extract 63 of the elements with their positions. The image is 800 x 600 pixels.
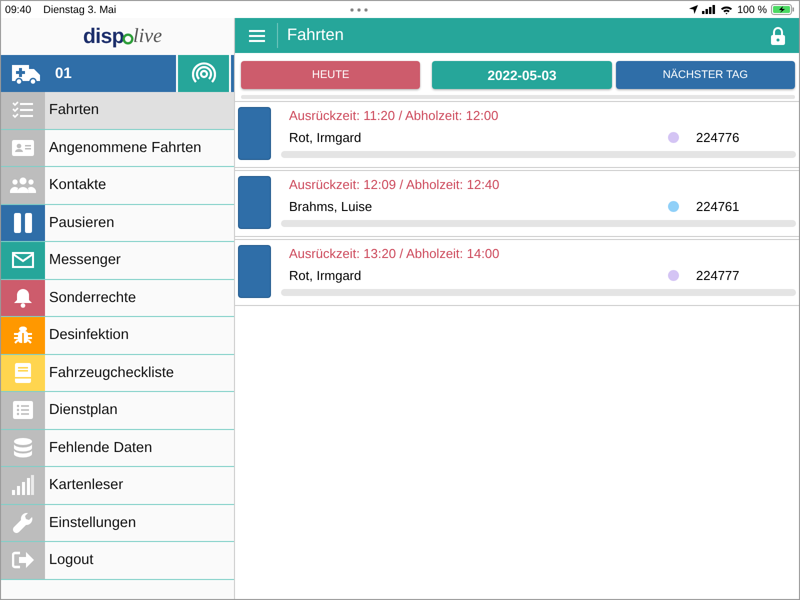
trip-times: Ausrückzeit: 13:20 / Abholzeit: 14:00 xyxy=(288,246,500,263)
envelope-icon xyxy=(12,252,34,268)
menu-button[interactable] xyxy=(247,28,267,44)
wifi-icon xyxy=(720,4,734,14)
trip-times: Ausrückzeit: 11:20 / Abholzeit: 12:00 xyxy=(288,108,500,125)
trip-row[interactable]: Ausrückzeit: 12:09 / Abholzeit: 12:40 Brahms, Luise 224761 xyxy=(235,170,799,237)
signal-icon xyxy=(702,5,716,14)
ambulance-icon xyxy=(11,62,41,84)
trip-row[interactable]: Ausrückzeit: 13:20 / Abholzeit: 14:00 Rot, Irmgard 224777 xyxy=(235,239,799,306)
vehicle-number: 01 xyxy=(55,65,72,82)
sidebar-item[interactable]: Fehlende Daten xyxy=(1,430,234,467)
sidebar-item[interactable]: Fahrzeugcheckliste xyxy=(1,354,234,392)
sidebar-item[interactable]: Einstellungen xyxy=(1,504,234,542)
wrench-icon xyxy=(13,512,33,533)
list-icon xyxy=(13,401,33,420)
battery-percent: 100 % xyxy=(737,4,767,16)
sidebar-item[interactable]: Angenommene Fahrten xyxy=(1,130,234,167)
trip-times: Ausrückzeit: 12:09 / Abholzeit: 12:40 xyxy=(288,177,500,194)
more-icon xyxy=(350,8,368,12)
sidebar-item[interactable]: Sonderrechte xyxy=(1,280,234,317)
broadcast-icon xyxy=(192,62,216,86)
sidebar-item[interactable]: Messenger xyxy=(1,242,234,280)
status-tile xyxy=(238,245,271,298)
sidebar-item[interactable]: Kartenleser xyxy=(1,467,234,504)
menu-icon xyxy=(249,30,265,42)
bell-icon xyxy=(14,288,32,308)
sidebar-item[interactable]: Dienstplan xyxy=(1,392,234,430)
patient-name: Rot, Irmgard xyxy=(289,268,362,282)
battery-icon xyxy=(771,4,795,15)
sidebar-item[interactable]: Logout xyxy=(1,542,234,580)
status-tile xyxy=(238,176,271,229)
logo-text: disp xyxy=(82,24,124,48)
trip-row[interactable]: Ausrückzeit: 11:20 / Abholzeit: 12:00 Rot, Irmgard 224776 xyxy=(235,101,799,168)
sidebar-item[interactable]: Kontakte xyxy=(1,167,234,204)
sidebar-item[interactable]: Fahrten xyxy=(1,92,234,130)
patient-name: Rot, Irmgard xyxy=(289,130,362,144)
sidebar-item[interactable]: Desinfektion xyxy=(1,317,234,354)
status-time: 09:40 xyxy=(5,4,32,16)
logo-ring-icon xyxy=(122,32,134,44)
status-date: Dienstag 3. Mai xyxy=(43,4,116,16)
sidebar-item[interactable]: Pausieren xyxy=(1,204,234,242)
patient-name: Brahms, Luise xyxy=(289,198,374,214)
trip-number: 224777 xyxy=(696,268,740,282)
logout-icon xyxy=(12,551,34,570)
checklist-icon xyxy=(12,101,34,120)
bug-icon xyxy=(13,325,33,346)
next-day-button[interactable]: NÄCHSTER TAG xyxy=(616,61,795,89)
id-card-icon xyxy=(12,140,34,156)
header-title: Fahrten xyxy=(287,26,344,45)
pause-icon xyxy=(14,212,32,233)
trip-number: 224776 xyxy=(696,130,740,144)
broadcast-button[interactable] xyxy=(178,55,229,92)
lock-icon[interactable] xyxy=(771,26,785,44)
today-button[interactable]: HEUTE xyxy=(241,61,420,89)
database-icon xyxy=(14,438,32,458)
signal-bars-icon xyxy=(12,475,34,496)
trip-number: 224761 xyxy=(696,198,740,214)
location-icon xyxy=(689,5,698,14)
status-tile xyxy=(238,107,271,160)
book-icon xyxy=(15,362,31,383)
vehicle-bar[interactable]: 01 xyxy=(1,55,176,92)
logo-text: live xyxy=(133,25,162,48)
people-icon xyxy=(10,177,36,194)
